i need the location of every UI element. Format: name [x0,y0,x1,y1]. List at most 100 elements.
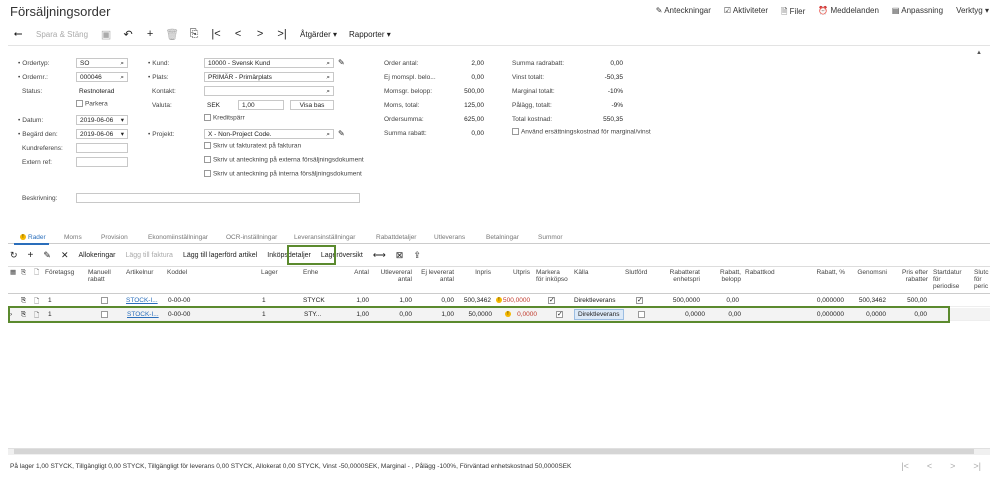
datum-field[interactable]: 2019-06-06 ▾ [76,115,128,125]
tab-summor[interactable]: Summor [538,234,563,241]
col-utpris[interactable]: Utpris [504,269,530,276]
col-rabatt-belopp[interactable]: Rabatt, belopp [714,269,741,283]
col-antal[interactable]: Antal [343,269,369,276]
cell-markera[interactable] [548,297,555,304]
cell-enhet[interactable]: STYCK [303,297,325,304]
tab-provision[interactable]: Provision [101,234,128,241]
reports-menu[interactable]: Rapporter ▾ [349,26,391,42]
undo-icon[interactable]: ↶ [120,26,136,42]
col-utlevererat[interactable]: Utlevereral antal [374,269,412,283]
col-enhet[interactable]: Enhe [303,269,318,276]
col-rabattkod[interactable]: Rabattkod [745,269,775,276]
col-slutford[interactable]: Slutförd [625,269,647,276]
cell-rabatterat[interactable]: 500,0000 [662,297,700,304]
col-startdatum[interactable]: Startdatur för periodise [933,269,963,290]
opt2-checkbox[interactable]: Skriv ut anteckning på externa försäljni… [204,156,364,163]
col-artikelnr[interactable]: Artikelnur [126,269,153,276]
edit-row-icon[interactable]: ✎ [43,250,51,261]
cell-kalla[interactable]: Direktleverans [574,297,616,304]
notes-link[interactable]: ✎ Anteckningar [656,6,711,20]
cell-koddel[interactable]: 0-00-00 [168,297,190,304]
upload-icon[interactable]: ⇪ [413,250,421,261]
ersattning-checkbox[interactable]: Använd ersättningskostnad för marginal/v… [512,128,651,135]
lagg-till-faktura-button[interactable]: Lägg till faktura [125,252,172,259]
tab-betalningar[interactable]: Betalningar [486,234,519,241]
export-excel-icon[interactable]: ⊠ [396,250,404,261]
parkera-checkbox[interactable]: Parkera [76,100,108,107]
first-record-icon[interactable]: |< [208,26,224,42]
col-ej-levererat[interactable]: Ej levererat antal [420,269,454,283]
last-page-icon[interactable]: >| [973,461,981,471]
col-markera[interactable]: Markera för inköpso [536,269,568,283]
cell-lager[interactable]: 1 [262,297,266,304]
cell-manuell-rabatt[interactable] [101,297,108,304]
tab-ocr[interactable]: OCR-inställningar [226,234,277,241]
cell-genomsn[interactable]: 500,3462 [851,297,886,304]
cell-artikelnr[interactable]: STOCK-I... [126,297,158,304]
cell-slutford[interactable] [636,297,643,304]
messages-link[interactable]: ⏰ Meddelanden [818,6,879,20]
tools-menu[interactable]: Verktyg ▾ [956,6,989,20]
begard-field[interactable]: 2019-06-06 ▾ [76,129,128,139]
col-manuell-rabatt[interactable]: Manuell rabatt [88,269,118,283]
cell-inpris[interactable]: 500,3462 [456,297,491,304]
edit-icon[interactable]: ✎ [338,58,345,67]
ordertyp-field[interactable]: SO ⌕ [76,58,128,68]
plats-field[interactable]: PRIMÄR - Primärplats ⌕ [204,72,334,82]
kreditsparr-checkbox[interactable]: Kreditspärr [204,114,245,121]
tab-rader[interactable]: ! Rader [14,234,49,245]
prev-record-icon[interactable]: < [230,26,246,42]
kurs-field[interactable]: 1,00 [238,100,284,110]
lagg-till-lagerford-button[interactable]: Lägg till lagerförd artikel [183,252,257,259]
visa-bas-button[interactable]: Visa bas [290,100,334,110]
col-pris-efter[interactable]: Pris efter rabatter [894,269,928,283]
refresh-icon[interactable]: ↻ [10,250,18,261]
col-slut[interactable]: Slutc för peric [974,269,990,290]
add-icon[interactable]: + [142,26,158,42]
add-row-icon[interactable]: + [28,250,34,261]
tab-rabattdetaljer[interactable]: Rabattdetaljer [376,234,416,241]
select-all-icon[interactable]: ▦ [10,269,16,276]
back-arrow-icon[interactable]: ⭠ [10,26,26,42]
col-kalla[interactable]: Källa [574,269,588,276]
prev-page-icon[interactable]: < [927,461,932,471]
externref-field[interactable] [76,157,128,167]
save-icon[interactable]: ▣ [98,26,114,42]
save-close-button[interactable]: Spara & Stäng [36,26,88,42]
tab-utleverans[interactable]: Utleverans [434,234,465,241]
cell-rabatt-belopp[interactable]: 0,00 [714,297,739,304]
cell-utpris[interactable]: 500,0000 [503,297,530,304]
ordernr-field[interactable]: 000046 ⌕ [76,72,128,82]
col-lager[interactable]: Lager [261,269,278,276]
scrollbar-thumb[interactable] [14,449,974,454]
cell-pris-efter[interactable]: 500,00 [894,297,927,304]
kontakt-field[interactable]: ⌕ [204,86,334,96]
opt1-checkbox[interactable]: Skriv ut fakturatext på fakturan [204,142,301,149]
opt3-checkbox[interactable]: Skriv ut anteckning på interna försäljni… [204,170,362,177]
delete-row-icon[interactable]: ✕ [61,250,69,261]
col-koddel[interactable]: Koddel [167,269,187,276]
kund-field[interactable]: 10000 - Svensk Kund ⌕ [204,58,334,68]
files-link[interactable]: 🗎 Filer [781,6,805,20]
tab-leverans[interactable]: Leveransinställningar [294,234,355,241]
kundref-field[interactable] [76,143,128,153]
col-rabatterat[interactable]: Rabatterat enhetspri [662,269,700,283]
first-page-icon[interactable]: |< [901,461,909,471]
cell-antal[interactable]: 1,00 [338,297,369,304]
tab-moms[interactable]: Moms [64,234,82,241]
tab-ekonomi[interactable]: Ekonomiinställningar [148,234,208,241]
col-rabatt-pct[interactable]: Rabatt, % [808,269,845,276]
customize-link[interactable]: ▤ Anpassning [892,6,943,20]
cell-foretagsg[interactable]: 1 [48,297,52,304]
cell-rabatt-pct[interactable]: 0,000000 [798,297,844,304]
edit-icon[interactable]: ✎ [338,129,345,138]
cell-utlevererat[interactable]: 1,00 [378,297,412,304]
allokeringar-button[interactable]: Allokeringar [78,252,115,259]
col-genomsn[interactable]: Genomsni [851,269,887,276]
col-foretagsg[interactable]: Företagsg [45,269,74,276]
actions-menu[interactable]: Åtgärder ▾ [300,26,337,42]
last-record-icon[interactable]: >| [274,26,290,42]
col-inpris[interactable]: Inpris [463,269,491,276]
beskrivning-field[interactable] [76,193,360,203]
collapse-icon[interactable]: ▲ [976,50,982,56]
